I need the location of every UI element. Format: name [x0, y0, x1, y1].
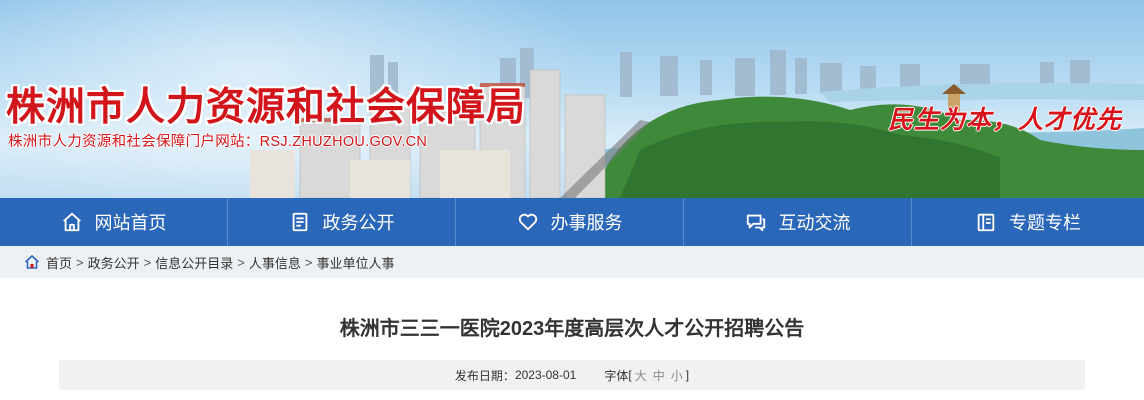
article-meta-bar: 发布日期： 2023-08-01 字体 [ 大 中 小 ] — [59, 360, 1085, 390]
breadcrumb-separator: > — [304, 254, 313, 270]
breadcrumb-separator: > — [143, 254, 152, 270]
nav-item-interaction[interactable]: 互动交流 — [684, 198, 912, 246]
nav-item-label: 互动交流 — [778, 213, 851, 233]
breadcrumb-item-home[interactable]: 首页 — [46, 253, 72, 272]
nav-item-services[interactable]: 办事服务 — [456, 198, 684, 246]
home-icon — [62, 212, 81, 232]
nav-item-label: 政务公开 — [322, 213, 395, 233]
header-banner: 株洲市人力资源和社会保障局 株洲市人力资源和社会保障门户网站：RSJ.ZHUZH… — [0, 0, 1144, 198]
publish-date: 2023-08-01 — [514, 368, 577, 382]
document-icon — [292, 212, 307, 232]
publish-date-label: 发布日期： — [454, 368, 515, 383]
nav-item-home[interactable]: 网站首页 — [0, 198, 228, 246]
article-title: 株洲市三三一医院2023年度高层次人才公开招聘公告 — [339, 318, 805, 340]
nav-item-special-topics[interactable]: 专题专栏 — [912, 198, 1144, 246]
breadcrumb-item-institution-personnel[interactable]: 事业单位人事 — [316, 253, 394, 272]
breadcrumb: 首页 > 政务公开 > 信息公开目录 > 人事信息 > 事业单位人事 — [0, 246, 1144, 278]
font-size-large-button[interactable]: 大 — [635, 367, 647, 384]
font-size-bracket-open: [ — [628, 368, 632, 382]
chat-icon — [746, 214, 765, 232]
heart-icon — [518, 213, 537, 231]
book-icon — [977, 213, 995, 232]
nav-item-label: 办事服务 — [550, 213, 623, 233]
site-subtitle: 株洲市人力资源和社会保障门户网站：RSJ.ZHUZHOU.GOV.CN — [8, 134, 428, 150]
breadcrumb-item-personnel-info[interactable]: 人事信息 — [249, 253, 301, 272]
nav-item-government-affairs[interactable]: 政务公开 — [228, 198, 456, 246]
font-size-medium-button[interactable]: 中 — [653, 367, 665, 384]
font-size-bracket-close: ] — [685, 368, 690, 382]
breadcrumb-separator: > — [76, 254, 84, 270]
home-icon — [24, 254, 40, 269]
font-size-label: 字体 — [604, 368, 629, 383]
nav-item-label: 专题专栏 — [1009, 213, 1081, 233]
font-size-small-button[interactable]: 小 — [671, 367, 683, 384]
main-nav: 网站首页 政务公开 办事服务 互动交流 专题专栏 — [0, 198, 1144, 246]
breadcrumb-item-government-affairs[interactable]: 政务公开 — [88, 253, 140, 272]
breadcrumb-separator: > — [237, 254, 245, 270]
site-title: 株洲市人力资源和社会保障局 — [6, 86, 527, 129]
nav-item-label: 网站首页 — [94, 213, 167, 233]
slogan: 民生为本，人才优先 — [888, 105, 1123, 134]
breadcrumb-item-info-catalog[interactable]: 信息公开目录 — [155, 253, 233, 272]
